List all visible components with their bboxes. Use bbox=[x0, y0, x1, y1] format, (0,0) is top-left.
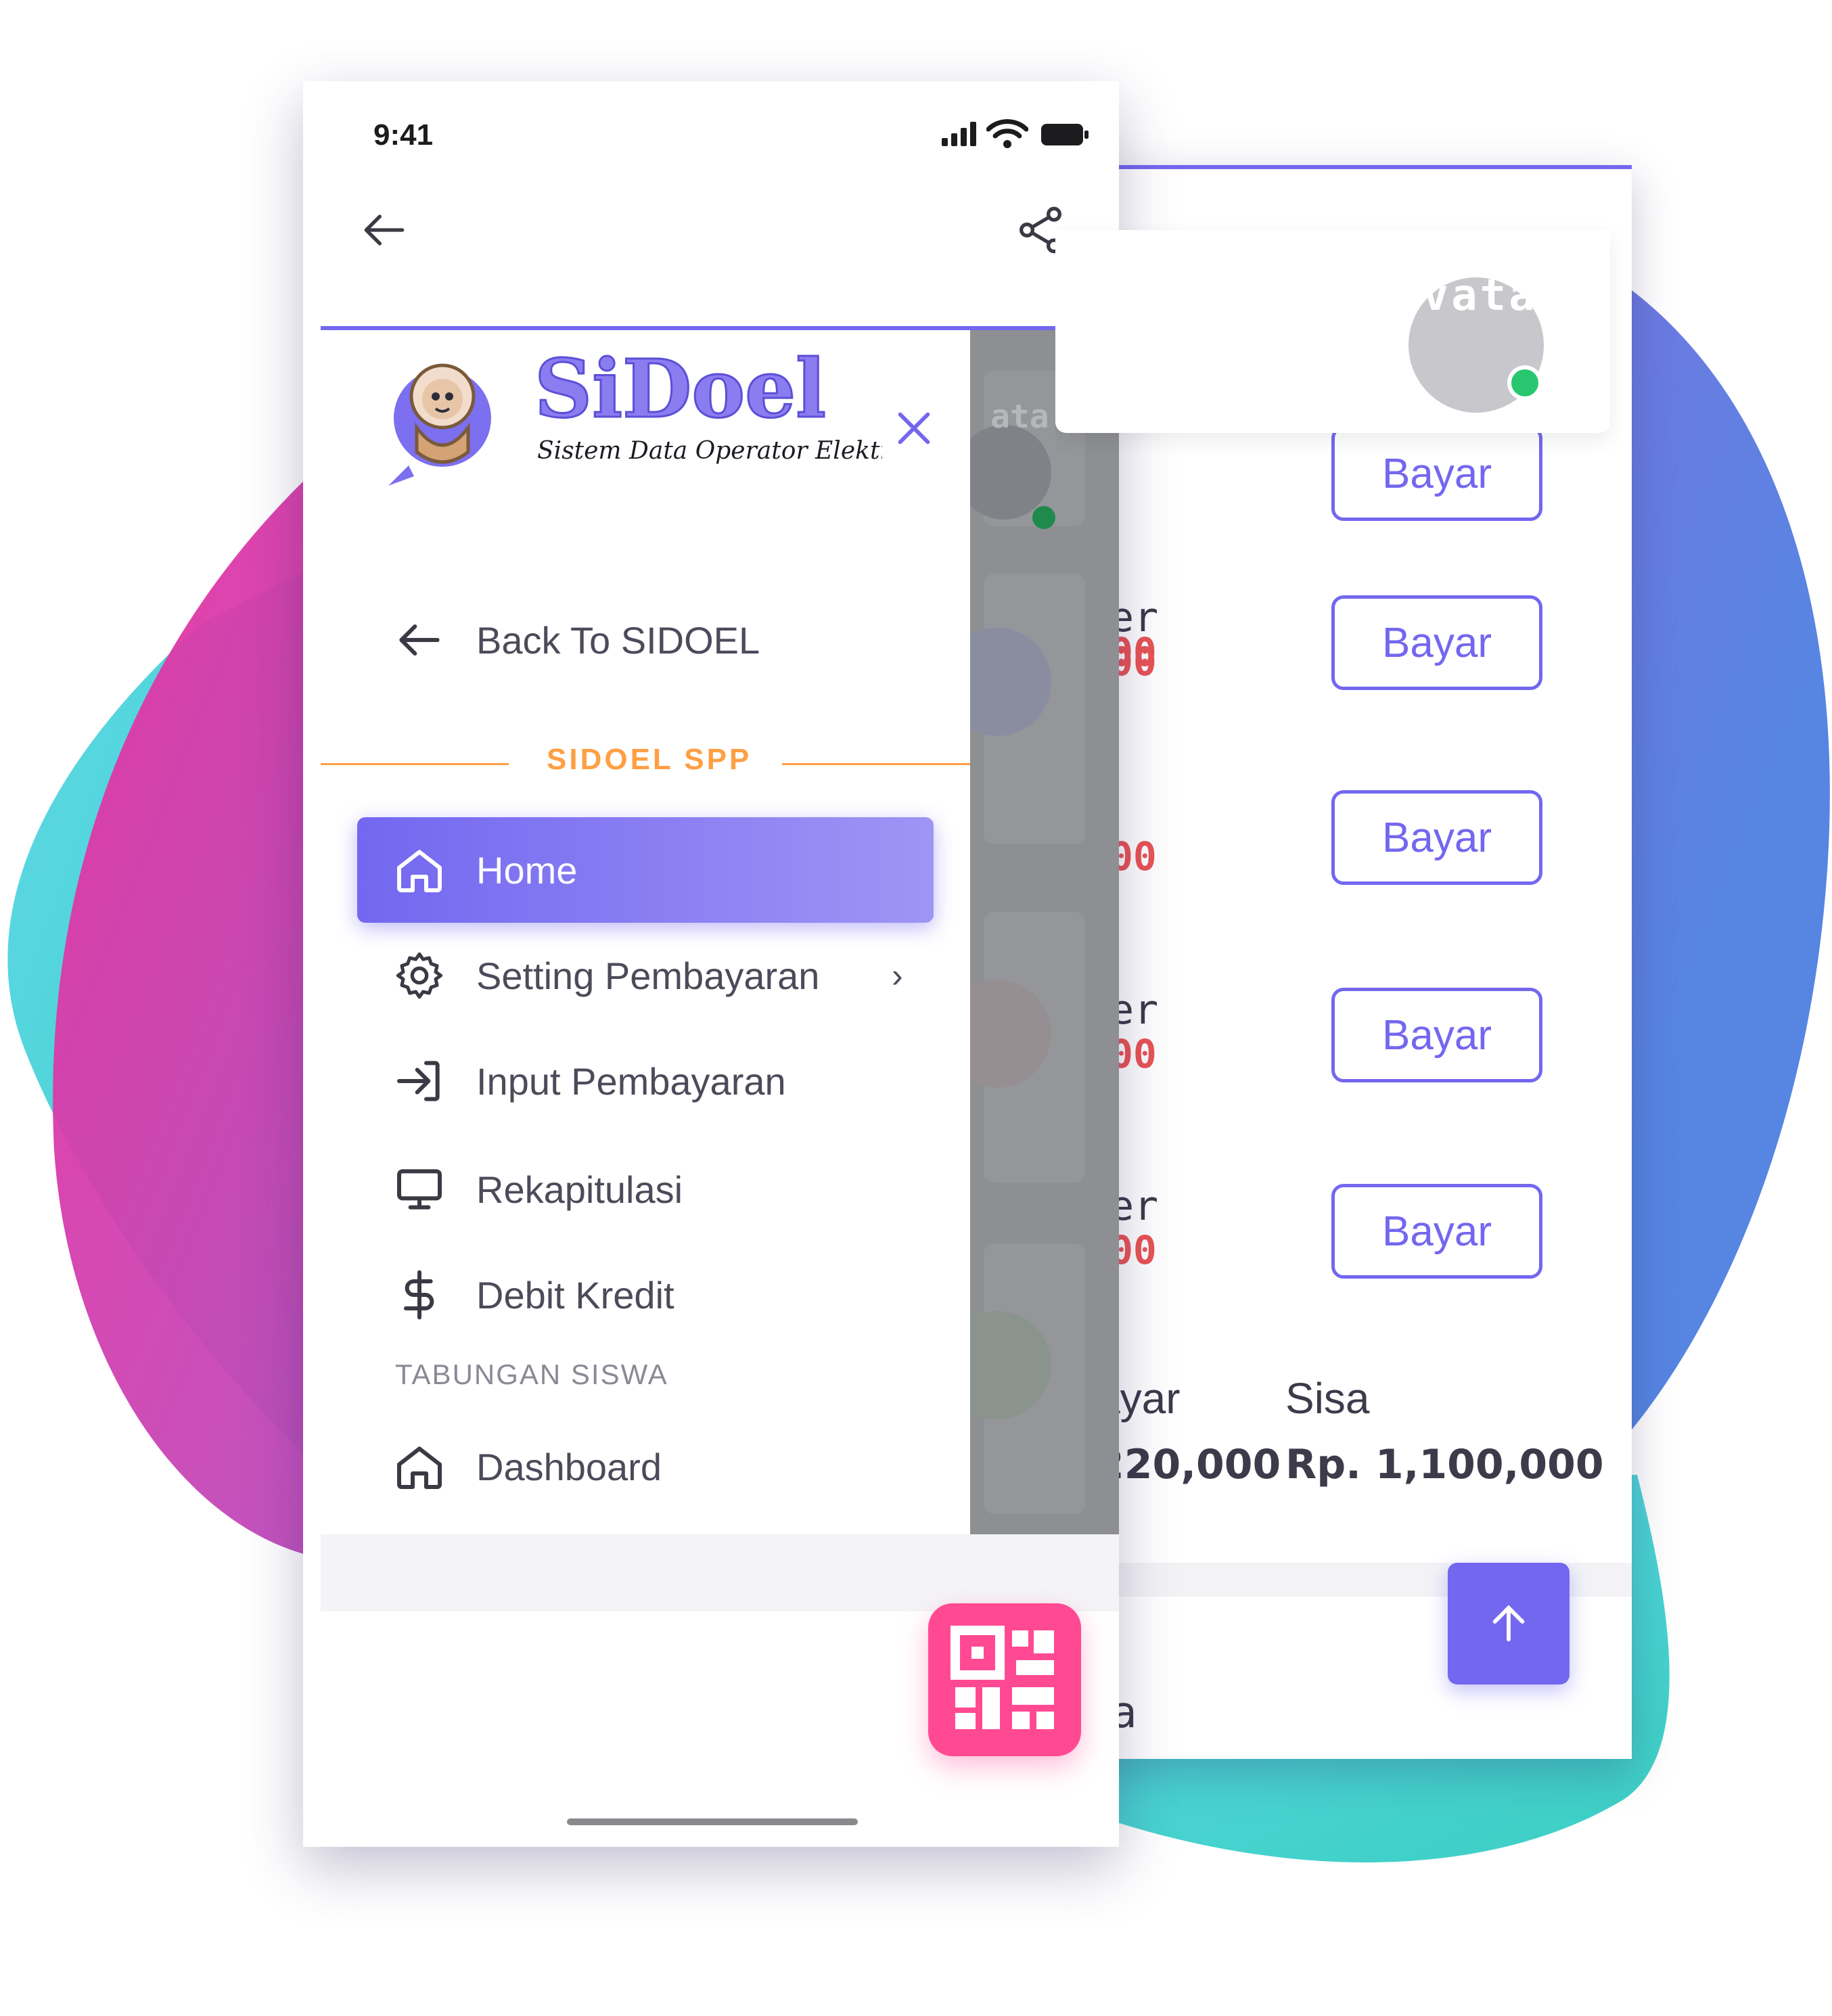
back-to-sidoel-label: Back To SIDOEL bbox=[476, 618, 760, 662]
ghost-card bbox=[943, 574, 1085, 844]
section-title: SIDOEL SPP bbox=[547, 743, 752, 776]
battery-icon bbox=[1041, 124, 1089, 145]
sidebar-item-dashboard[interactable]: Dashboard bbox=[357, 1414, 934, 1519]
back-arrow-icon[interactable] bbox=[357, 203, 411, 257]
bayar-button[interactable]: Bayar bbox=[1331, 426, 1542, 521]
ghost-card bbox=[943, 1243, 1085, 1514]
home-indicator bbox=[567, 1818, 858, 1825]
signal-icon bbox=[942, 122, 976, 146]
sidebar-item-label: Setting Pembayaran bbox=[476, 954, 820, 997]
avatar bbox=[957, 425, 1051, 520]
online-status-dot bbox=[1032, 506, 1055, 529]
card-subtitle: ... bbox=[1164, 1739, 1279, 1759]
sidebar-item-home[interactable]: Home bbox=[357, 817, 934, 923]
close-icon[interactable] bbox=[890, 405, 938, 452]
chevron-right-icon: › bbox=[892, 957, 903, 994]
svg-text:SiDoel: SiDoel bbox=[534, 344, 826, 436]
gear-icon bbox=[396, 952, 443, 999]
bayar-button[interactable]: Bayar bbox=[1331, 595, 1542, 690]
online-status-dot bbox=[1507, 365, 1542, 400]
sidebar-item-label: Home bbox=[476, 848, 578, 892]
sidebar-drawer: SiDoel Sistem Data Operator Elektrik Bac… bbox=[321, 330, 970, 1534]
qr-code-icon bbox=[951, 1626, 1054, 1729]
svg-text:Sistem Data Operator Elektrik: Sistem Data Operator Elektrik bbox=[537, 437, 882, 465]
sidebar-item-label: Input Pembayaran bbox=[476, 1059, 786, 1103]
phone-frame: 9:41 ata SiDoel Sistem Data Operator Ele… bbox=[303, 81, 1119, 1847]
dollar-icon bbox=[404, 1270, 434, 1320]
payment-row: 00 Bayar bbox=[1055, 790, 1632, 892]
rest-value: Rp. 1,100,000 bbox=[1285, 1441, 1604, 1488]
payment-row: 00 Bayar bbox=[1055, 426, 1632, 675]
drawer-overlay[interactable]: ata bbox=[943, 330, 1119, 1534]
payment-row: er 00 Bayar bbox=[1055, 594, 1632, 697]
home-icon bbox=[397, 1446, 442, 1489]
rest-label: Sisa bbox=[1285, 1374, 1370, 1423]
ghost-card bbox=[943, 912, 1085, 1183]
sidebar-item-label: Debit Kredit bbox=[476, 1273, 674, 1316]
bayar-button[interactable]: Bayar bbox=[1331, 988, 1542, 1082]
back-to-sidoel-link[interactable]: Back To SIDOEL bbox=[357, 587, 934, 693]
sidebar-item-debit-kredit[interactable]: Debit Kredit bbox=[357, 1242, 934, 1348]
avatar-text: avata bbox=[1394, 271, 1538, 321]
arrow-up-icon bbox=[1492, 1605, 1525, 1642]
ghost-avatar-text: ata bbox=[990, 398, 1049, 436]
bayar-button[interactable]: Bayar bbox=[1331, 790, 1542, 885]
sidoel-logo: SiDoel Sistem Data Operator Elektrik bbox=[388, 344, 882, 486]
arrow-left-icon bbox=[399, 624, 440, 656]
qr-scan-button[interactable] bbox=[928, 1603, 1081, 1756]
login-icon bbox=[397, 1061, 440, 1101]
divider bbox=[321, 763, 509, 765]
status-time: 9:41 bbox=[373, 118, 434, 152]
sidebar-item-rekapitulasi[interactable]: Rekapitulasi bbox=[357, 1137, 934, 1242]
section-header-spp: SIDOEL SPP bbox=[321, 736, 970, 790]
wifi-icon bbox=[986, 119, 1028, 148]
sidebar-item-label: Rekapitulasi bbox=[476, 1168, 683, 1211]
bayar-button[interactable]: Bayar bbox=[1331, 1184, 1542, 1279]
home-icon bbox=[397, 850, 442, 892]
payment-row: er 00 Bayar bbox=[1055, 986, 1632, 1089]
sidebar-item-setting-pembayaran[interactable]: Setting Pembayaran › bbox=[357, 923, 934, 1028]
payment-row: er 00 Bayar bbox=[1055, 1183, 1632, 1285]
paid-value: 220,000 bbox=[1096, 1441, 1281, 1488]
sidebar-item-label: Dashboard bbox=[476, 1445, 662, 1488]
section-title-tabungan: TABUNGAN SISWA bbox=[395, 1358, 668, 1390]
app-screen: ata SiDoel Sistem Data Operator Elektrik… bbox=[321, 326, 1119, 1611]
sidebar-item-input-pembayaran[interactable]: Input Pembayaran bbox=[357, 1028, 934, 1134]
scroll-to-top-button[interactable] bbox=[1448, 1563, 1570, 1685]
divider bbox=[782, 763, 970, 765]
background-app-screen: avata 00 Bayar er 00 Bayar 00 Bayar er 0… bbox=[1055, 165, 1632, 1759]
monitor-icon bbox=[397, 1169, 442, 1210]
